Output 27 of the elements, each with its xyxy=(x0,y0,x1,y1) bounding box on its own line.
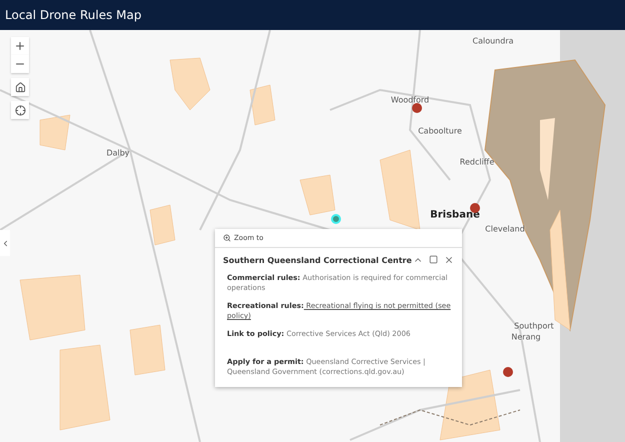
close-icon xyxy=(444,255,454,265)
place-label: Brisbane xyxy=(430,210,480,220)
home-icon xyxy=(14,82,26,92)
close-button[interactable] xyxy=(444,255,454,265)
dock-button[interactable] xyxy=(429,255,438,265)
place-label: Nerang xyxy=(511,332,541,342)
zoom-in-icon xyxy=(223,234,231,242)
zoom-in-button[interactable] xyxy=(11,37,29,55)
selected-marker-icon[interactable] xyxy=(331,214,341,224)
popup-title: Southern Queensland Correctional Centre xyxy=(223,256,412,264)
place-label: Caloundra xyxy=(472,36,514,46)
crosshair-icon xyxy=(14,104,26,116)
place-label: Southport xyxy=(514,322,554,330)
map-marker-icon[interactable] xyxy=(503,367,513,377)
zoom-out-button[interactable] xyxy=(11,55,29,73)
place-label: Cleveland xyxy=(485,224,525,234)
place-label: Woodford xyxy=(390,96,430,104)
square-icon xyxy=(429,255,438,264)
place-label: Redcliffe xyxy=(460,158,494,166)
locate-button[interactable] xyxy=(11,101,29,119)
place-label: Caboolture xyxy=(418,126,462,136)
home-button[interactable] xyxy=(11,78,29,96)
place-label: Dalby xyxy=(106,148,130,158)
side-panel-toggle[interactable] xyxy=(0,230,10,256)
app-title: Local Drone Rules Map xyxy=(5,8,142,22)
map-marker-icon[interactable] xyxy=(412,103,422,113)
plus-icon xyxy=(14,40,26,52)
